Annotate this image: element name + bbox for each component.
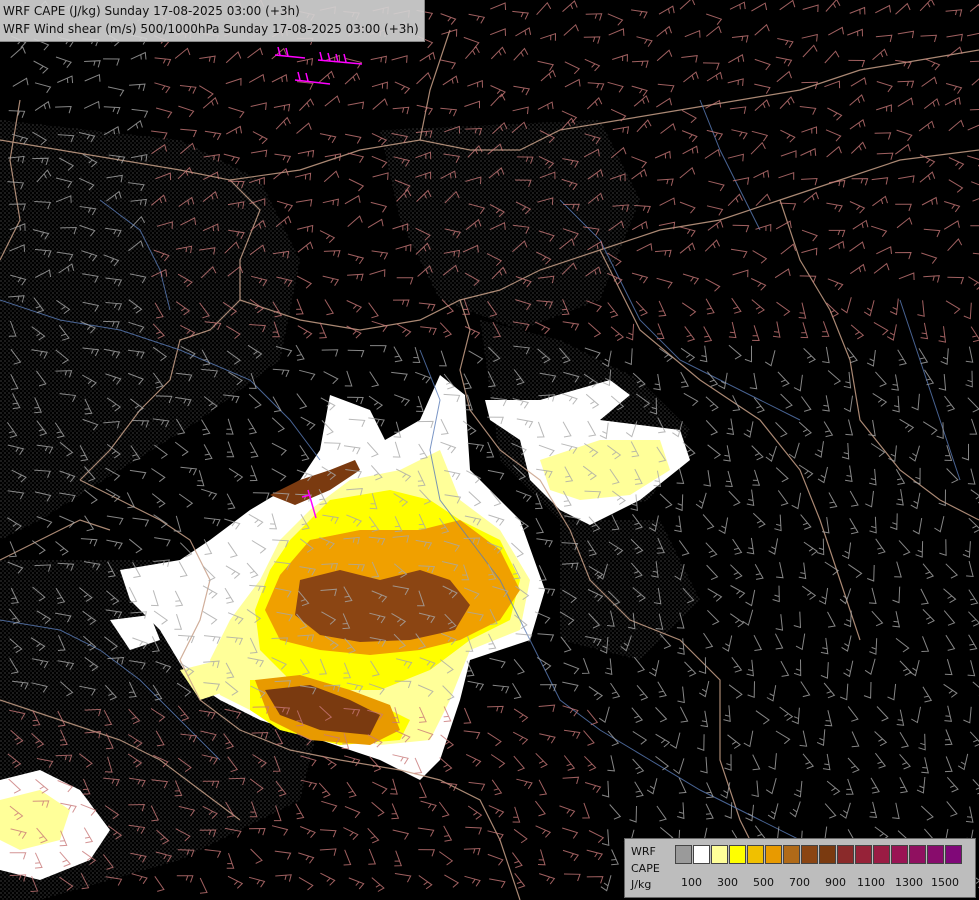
legend-swatch xyxy=(783,845,800,864)
legend-tick: 900 xyxy=(825,876,846,889)
legend-swatch xyxy=(891,845,908,864)
legend-tick: 1500 xyxy=(931,876,959,889)
legend-swatch xyxy=(873,845,890,864)
legend-swatch xyxy=(675,845,692,864)
legend-swatch xyxy=(855,845,872,864)
cape-map xyxy=(0,0,979,900)
legend-swatch xyxy=(801,845,818,864)
legend-swatches xyxy=(675,845,963,864)
legend-swatch xyxy=(909,845,926,864)
legend-swatch xyxy=(747,845,764,864)
legend-swatch xyxy=(819,845,836,864)
legend-swatch xyxy=(693,845,710,864)
map-title-box: WRF CAPE (J/kg) Sunday 17-08-2025 03:00 … xyxy=(0,0,425,42)
legend-swatch xyxy=(711,845,728,864)
legend-label-unit: J/kg xyxy=(631,878,652,891)
legend-swatch xyxy=(837,845,854,864)
legend-swatch xyxy=(927,845,944,864)
legend-tick: 1300 xyxy=(895,876,923,889)
legend-tick: 500 xyxy=(753,876,774,889)
legend-tick: 100 xyxy=(681,876,702,889)
legend-tick: 1100 xyxy=(857,876,885,889)
legend-tick: 300 xyxy=(717,876,738,889)
legend-swatch xyxy=(729,845,746,864)
legend-swatch xyxy=(945,845,962,864)
legend-swatch xyxy=(765,845,782,864)
legend-tick: 700 xyxy=(789,876,810,889)
legend-label-model: WRF xyxy=(631,845,656,858)
wind-shear-title: WRF Wind shear (m/s) 500/1000hPa Sunday … xyxy=(3,22,419,36)
cape-legend: WRF CAPE J/kg 100 300 500 700 900 1100 1… xyxy=(624,838,976,898)
cape-title: WRF CAPE (J/kg) Sunday 17-08-2025 03:00 … xyxy=(3,4,300,18)
legend-label-variable: CAPE xyxy=(631,862,660,875)
